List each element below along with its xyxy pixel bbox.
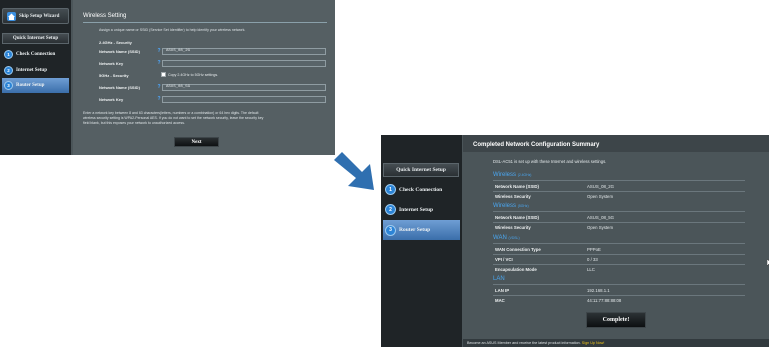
ssid-24-input[interactable]: ASUS_08_2G bbox=[162, 48, 326, 55]
sidebar-item-router-setup[interactable]: 3 Router Setup bbox=[383, 220, 460, 240]
section-divider bbox=[493, 243, 745, 244]
row-value: PPPoE bbox=[587, 247, 601, 252]
sidebar: Quick Internet Setup 1 Check Connection … bbox=[381, 135, 462, 347]
section-title: Wireless bbox=[493, 172, 517, 178]
section-band: (VDSL) bbox=[508, 236, 520, 240]
section-wan: WAN (VDSL) bbox=[493, 235, 520, 241]
section-divider bbox=[493, 284, 745, 285]
note-line: field blank, but this exposes your netwo… bbox=[83, 121, 185, 125]
row-value: 192.168.1.1 bbox=[587, 288, 610, 293]
wireless-setting-screen: Skip Setup Wizard Quick Internet Setup 1… bbox=[0, 0, 335, 155]
step-2-icon: 2 bbox=[385, 204, 396, 215]
sidebar-item-label: Router Setup bbox=[16, 83, 45, 88]
ssid-24-label: Network Name (SSID) bbox=[99, 49, 140, 54]
sidebar-item-label: Check Connection bbox=[399, 186, 443, 193]
section-title: LAN bbox=[493, 276, 505, 282]
summary-panel: Completed Network Configuration Summary … bbox=[463, 135, 769, 347]
section-band: (2.4GHz) bbox=[517, 173, 532, 177]
section-title: Wireless bbox=[493, 203, 517, 209]
page-description: Assign a unique name or SSID (Service Se… bbox=[99, 28, 246, 32]
row-value: ASUS_08_5G bbox=[587, 215, 614, 220]
section-wireless-24: Wireless (2.4GHz) bbox=[493, 172, 531, 178]
row-value: ASUS_08_2G bbox=[587, 184, 614, 189]
row-key: Wireless Security bbox=[495, 225, 531, 230]
sidebar-item-check-connection[interactable]: 1 Check Connection bbox=[2, 47, 69, 61]
row-value: 0 / 33 bbox=[587, 257, 598, 262]
row-value: 44:11:77:88:88:08 bbox=[587, 298, 622, 303]
section-wireless-5: Wireless (5GHz) bbox=[493, 203, 529, 209]
sidebar-item-internet-setup[interactable]: 2 Internet Setup bbox=[2, 63, 69, 77]
home-icon bbox=[7, 11, 16, 21]
next-button[interactable]: Next bbox=[174, 137, 219, 147]
key-5-label: Network Key bbox=[99, 97, 124, 102]
row-divider bbox=[493, 254, 745, 255]
row-value: LLC bbox=[587, 267, 595, 272]
key-5-input[interactable] bbox=[162, 96, 326, 103]
band-5-header: 5GHz - Security bbox=[99, 73, 129, 78]
section-band: (5GHz) bbox=[517, 204, 529, 208]
copy-settings-checkbox[interactable] bbox=[161, 72, 166, 77]
quick-internet-setup-header: Quick Internet Setup bbox=[383, 163, 459, 177]
skip-setup-wizard-button[interactable]: Skip Setup Wizard bbox=[2, 8, 69, 24]
footer: Become an ASUS Member and receive the la… bbox=[463, 339, 769, 347]
row-key: Network Name (SSID) bbox=[495, 215, 539, 220]
section-divider bbox=[493, 211, 745, 212]
sidebar-item-label: Internet Setup bbox=[399, 206, 434, 213]
step-3-icon: 3 bbox=[385, 224, 396, 236]
arrow-down-right-icon bbox=[334, 152, 374, 190]
step-2-icon: 2 bbox=[4, 65, 13, 75]
quick-internet-setup-label: Quick Internet Setup bbox=[396, 167, 446, 173]
row-key: Wireless Security bbox=[495, 194, 531, 199]
band-24-header: 2.4GHz - Security bbox=[99, 40, 132, 45]
network-key-note: Enter a network key between 8 and 63 cha… bbox=[83, 111, 329, 126]
page-title: Wireless Setting bbox=[83, 13, 127, 19]
step-1-icon: 1 bbox=[385, 184, 396, 195]
sidebar-item-check-connection[interactable]: 1 Check Connection bbox=[383, 182, 460, 197]
row-divider bbox=[493, 264, 745, 265]
configuration-summary-screen: Quick Internet Setup 1 Check Connection … bbox=[381, 135, 769, 347]
step-1-icon: 1 bbox=[4, 49, 13, 59]
section-divider bbox=[493, 180, 745, 181]
sidebar-item-internet-setup[interactable]: 2 Internet Setup bbox=[383, 202, 460, 217]
key-24-label: Network Key bbox=[99, 61, 124, 66]
sidebar-item-label: Router Setup bbox=[399, 227, 431, 233]
row-key: Encapsulation Mode bbox=[495, 267, 537, 272]
skip-setup-wizard-label: Skip Setup Wizard bbox=[19, 13, 60, 19]
sign-up-link[interactable]: Sign Up Now! bbox=[582, 341, 605, 345]
page-title: Completed Network Configuration Summary bbox=[473, 142, 600, 148]
ssid-5-label: Network Name (SSID) bbox=[99, 85, 140, 90]
row-value: Open System bbox=[587, 194, 614, 199]
title-divider bbox=[83, 22, 327, 23]
section-lan: LAN bbox=[493, 276, 505, 282]
wireless-setting-panel: Wireless Setting Assign a unique name or… bbox=[73, 0, 335, 155]
row-value: Open System bbox=[587, 225, 614, 230]
quick-internet-setup-header: Quick Internet Setup bbox=[2, 33, 69, 44]
row-key: MAC bbox=[495, 298, 505, 303]
row-key: Network Name (SSID) bbox=[495, 184, 539, 189]
summary-intro: DSL-AC51 is set up with these Internet a… bbox=[493, 159, 607, 164]
row-key: WAN Connection Type bbox=[495, 247, 541, 252]
step-3-icon: 3 bbox=[4, 81, 13, 90]
sidebar-item-label: Check Connection bbox=[16, 51, 56, 57]
row-divider bbox=[493, 191, 745, 192]
row-divider bbox=[493, 295, 745, 296]
quick-internet-setup-label: Quick Internet Setup bbox=[12, 36, 59, 41]
complete-button[interactable]: Complete! bbox=[586, 312, 646, 328]
footer-text: Become an ASUS Member and receive the la… bbox=[467, 341, 604, 345]
row-divider bbox=[493, 222, 745, 223]
summary-header: Completed Network Configuration Summary bbox=[463, 135, 769, 152]
footer-message: Become an ASUS Member and receive the la… bbox=[467, 341, 581, 345]
sidebar-item-label: Internet Setup bbox=[16, 67, 47, 73]
key-24-input[interactable] bbox=[162, 60, 326, 67]
ssid-5-input[interactable]: ASUS_08_5G bbox=[162, 84, 326, 91]
row-key: LAN IP bbox=[495, 288, 510, 293]
sidebar-item-router-setup[interactable]: 3 Router Setup bbox=[2, 78, 69, 93]
sidebar: Skip Setup Wizard Quick Internet Setup 1… bbox=[0, 0, 71, 155]
section-title: WAN bbox=[493, 235, 507, 241]
copy-settings-label: Copy 2.4GHz to 5GHz settings. bbox=[168, 73, 219, 77]
row-key: VPI / VCI bbox=[495, 257, 513, 262]
